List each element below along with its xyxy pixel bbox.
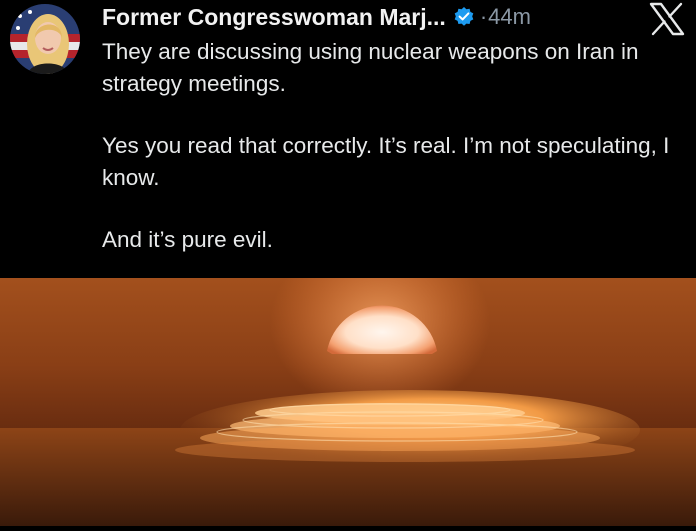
post-header: Former Congresswoman Marj... · 44m [102,0,662,34]
post-paragraph: They are discussing using nuclear weapon… [102,39,639,96]
x-logo-icon[interactable] [649,2,685,36]
post-text: They are discussing using nuclear weapon… [102,36,672,256]
verified-badge-icon [453,6,475,28]
post-paragraph: And it’s pure evil. [102,227,273,252]
time-separator: · [479,4,488,29]
author-name[interactable]: Former Congresswoman Marj... [102,4,446,31]
post-card[interactable]: Former Congresswoman Marj... · 44m They … [0,0,696,278]
post-timestamp[interactable]: 44m [488,4,531,30]
post-paragraph: Yes you read that correctly. It’s real. … [102,133,670,190]
avatar[interactable] [10,4,80,74]
post-media-image[interactable] [0,233,696,526]
